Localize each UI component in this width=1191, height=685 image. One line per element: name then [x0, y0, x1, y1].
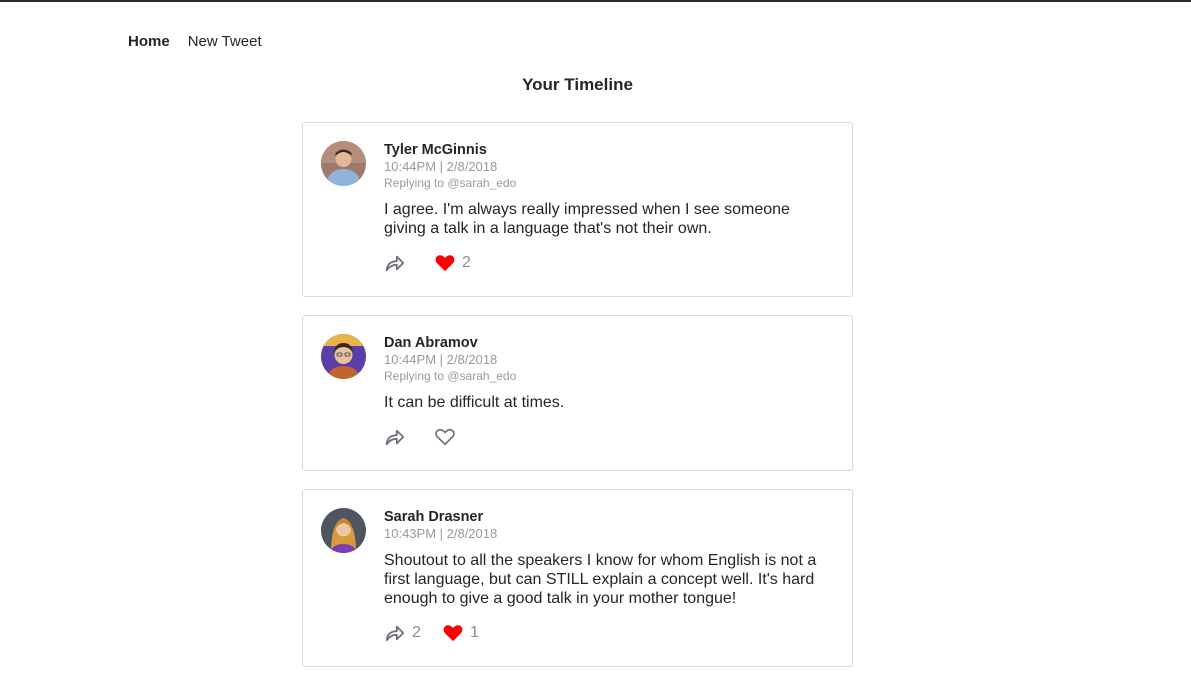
tweet-actions: 2: [384, 252, 834, 274]
nav-home-link[interactable]: Home: [128, 33, 170, 50]
reply-arrow-icon: [385, 255, 405, 272]
nav-new-tweet-link[interactable]: New Tweet: [188, 33, 262, 50]
tweet-timestamp: 10:44PM | 2/8/2018: [384, 352, 498, 367]
tweet-author[interactable]: Tyler McGinnis: [384, 142, 834, 159]
tweet-text: Shoutout to all the speakers I know for …: [384, 552, 817, 607]
heart-filled-icon: [435, 255, 455, 272]
tweet-text: I agree. I'm always really impressed whe…: [384, 201, 790, 237]
main-nav: Home New Tweet: [128, 33, 262, 50]
like-button[interactable]: 2: [434, 253, 471, 273]
timeline-list: Tyler McGinnis 10:44PM | 2/8/2018 Replyi…: [302, 122, 853, 685]
avatar-image-dan: [321, 334, 366, 379]
tweet-card[interactable]: Dan Abramov 10:44PM | 2/8/2018 Replying …: [302, 315, 853, 471]
reply-count: 2: [412, 624, 421, 641]
like-button[interactable]: 1: [442, 623, 479, 643]
tweet-author[interactable]: Dan Abramov: [384, 335, 834, 352]
reply-arrow-icon: [385, 625, 405, 642]
heart-filled-icon: [443, 625, 463, 642]
avatar-image-tyler: [321, 141, 366, 186]
tweet-card[interactable]: Sarah Drasner 10:43PM | 2/8/2018 Shoutou…: [302, 489, 853, 667]
like-count: 1: [470, 624, 479, 641]
page-title: Your Timeline: [522, 75, 633, 94]
tweet-replying-to[interactable]: Replying to @sarah_edo: [384, 368, 834, 384]
reply-button[interactable]: [384, 253, 432, 273]
like-count: 2: [462, 254, 471, 271]
tweet-timestamp: 10:44PM | 2/8/2018: [384, 159, 498, 174]
tweet-replying-to[interactable]: Replying to @sarah_edo: [384, 175, 834, 191]
like-button[interactable]: [434, 427, 462, 447]
avatar-image-sarah: [321, 508, 366, 553]
tweet-card[interactable]: Tyler McGinnis 10:44PM | 2/8/2018 Replyi…: [302, 122, 853, 297]
top-border: [0, 0, 1191, 2]
heart-outline-icon: [435, 429, 455, 446]
avatar[interactable]: [321, 334, 366, 379]
reply-button[interactable]: [384, 427, 432, 447]
reply-arrow-icon: [385, 429, 405, 446]
tweet-text: It can be difficult at times.: [384, 394, 565, 411]
tweet-actions: 2 1: [384, 622, 834, 644]
tweet-timestamp: 10:43PM | 2/8/2018: [384, 526, 498, 541]
avatar[interactable]: [321, 141, 366, 186]
tweet-author[interactable]: Sarah Drasner: [384, 509, 834, 526]
reply-button[interactable]: 2: [384, 623, 432, 643]
avatar[interactable]: [321, 508, 366, 553]
tweet-actions: [384, 426, 834, 448]
